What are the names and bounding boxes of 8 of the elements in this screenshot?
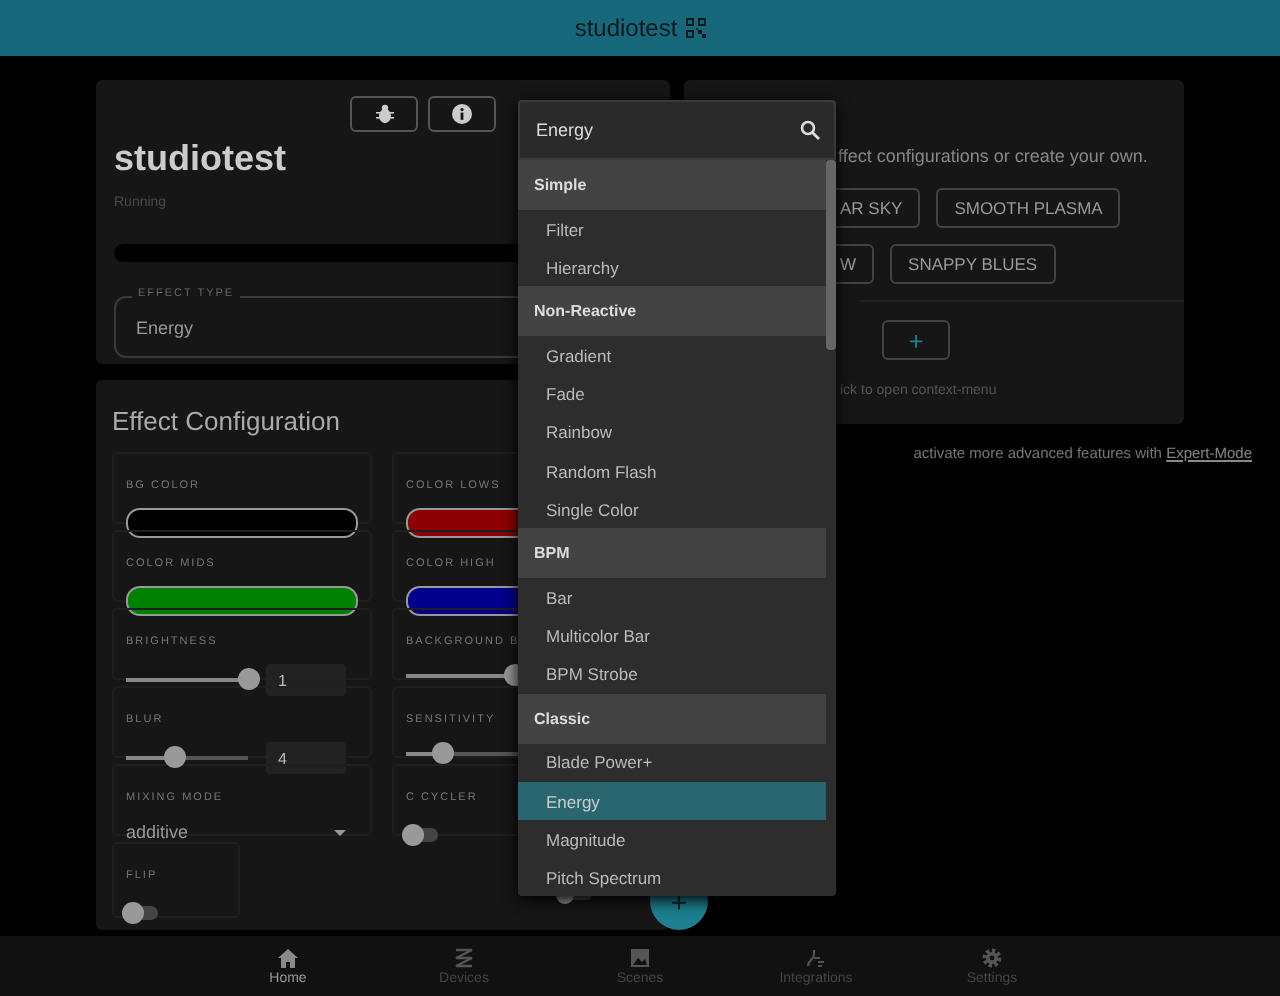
description-text: ffect configurations or create your own. xyxy=(836,146,1148,166)
group-header: BPM xyxy=(518,528,826,579)
group-header: Simple xyxy=(518,160,826,210)
device-title: studiotest xyxy=(114,138,289,180)
section-title: Effect Configuration xyxy=(112,406,340,436)
group-header: Non-Reactive xyxy=(518,286,826,337)
app-title: studiotest xyxy=(574,14,678,42)
group-header: Classic xyxy=(518,693,826,744)
